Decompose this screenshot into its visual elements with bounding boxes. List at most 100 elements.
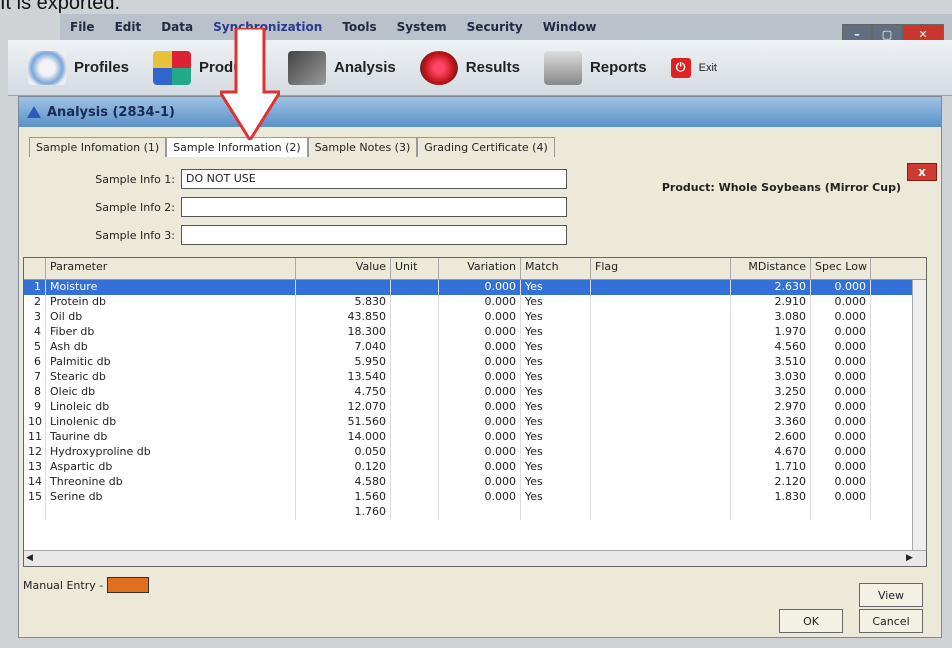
table-row[interactable]: 10 Linolenic db 51.560 0.000 Yes 3.360 0.000	[24, 415, 926, 430]
row-spec-low	[811, 505, 871, 520]
row-match: Yes	[521, 490, 591, 505]
row-unit	[391, 445, 439, 460]
ok-button[interactable]: OK	[779, 609, 843, 633]
reports-button[interactable]: Reports	[543, 50, 647, 85]
row-variation	[439, 505, 521, 520]
table-row[interactable]: 11 Taurine db 14.000 0.000 Yes 2.600 0.000	[24, 430, 926, 445]
table-row[interactable]: 15 Serine db 1.560 0.000 Yes 1.830 0.000	[24, 490, 926, 505]
row-parameter: Stearic db	[46, 370, 296, 385]
profiles-button[interactable]: Profiles	[28, 50, 129, 85]
row-variation: 0.000	[439, 310, 521, 325]
menu-security[interactable]: Security	[467, 20, 523, 34]
row-parameter: Oil db	[46, 310, 296, 325]
row-unit	[391, 325, 439, 340]
sample-info-1-input[interactable]: DO NOT USE	[181, 169, 567, 189]
row-number: 1	[24, 280, 46, 295]
col-match[interactable]: Match	[521, 258, 591, 279]
col-variation[interactable]: Variation	[439, 258, 521, 279]
horizontal-scrollbar[interactable]: ◀ ▶	[24, 550, 926, 566]
sample-info-2-input[interactable]	[181, 197, 567, 217]
row-match: Yes	[521, 295, 591, 310]
row-mdistance: 2.600	[731, 430, 811, 445]
menu-data[interactable]: Data	[161, 20, 193, 34]
table-row[interactable]: 14 Threonine db 4.580 0.000 Yes 2.120 0.000	[24, 475, 926, 490]
vertical-scrollbar[interactable]	[912, 280, 926, 552]
col-unit[interactable]: Unit	[391, 258, 439, 279]
scroll-right-icon[interactable]: ▶	[906, 553, 920, 565]
col-value[interactable]: Value	[296, 258, 391, 279]
row-spec-low: 0.000	[811, 340, 871, 355]
row-spec-low: 0.000	[811, 385, 871, 400]
row-spec-low: 0.000	[811, 355, 871, 370]
row-value: 0.050	[296, 445, 391, 460]
analysis-button[interactable]: Analysis	[288, 50, 396, 85]
tab-sample-information-2[interactable]: Sample Information (2)	[166, 137, 308, 157]
table-row[interactable]: 9 Linoleic db 12.070 0.000 Yes 2.970 0.000	[24, 400, 926, 415]
menu-edit[interactable]: Edit	[115, 20, 142, 34]
row-value: 43.850	[296, 310, 391, 325]
row-unit	[391, 475, 439, 490]
manual-entry-swatch	[107, 577, 150, 593]
col-parameter[interactable]: Parameter	[46, 258, 296, 279]
row-spec-low: 0.000	[811, 325, 871, 340]
table-header: Parameter Value Unit Variation Match Fla…	[24, 258, 926, 280]
tab-sample-notes[interactable]: Sample Notes (3)	[307, 137, 418, 157]
table-row[interactable]: 2 Protein db 5.830 0.000 Yes 2.910 0.000	[24, 295, 926, 310]
tab-grading-certificate[interactable]: Grading Certificate (4)	[417, 137, 555, 157]
table-row[interactable]: 13 Aspartic db 0.120 0.000 Yes 1.710 0.000	[24, 460, 926, 475]
table-row[interactable]: 12 Hydroxyproline db 0.050 0.000 Yes 4.670 0.0…	[24, 445, 926, 460]
manual-entry-legend: Manual Entry -	[23, 577, 150, 593]
dialog-close-button[interactable]: x	[907, 163, 937, 181]
row-variation: 0.000	[439, 400, 521, 415]
analysis-triangle-icon	[27, 106, 41, 118]
row-number: 7	[24, 370, 46, 385]
menu-bar: File Edit Data Synchronization Tools Sys…	[60, 14, 952, 40]
row-spec-low: 0.000	[811, 415, 871, 430]
scroll-left-icon[interactable]: ◀	[26, 553, 40, 565]
table-row[interactable]: 5 Ash db 7.040 0.000 Yes 4.560 0.000	[24, 340, 926, 355]
table-row[interactable]: 1 Moisture 0.000 Yes 2.630 0.000	[24, 280, 926, 295]
exit-button[interactable]: ⏻ Exit	[670, 57, 717, 78]
row-parameter: Fiber db	[46, 325, 296, 340]
cancel-button[interactable]: Cancel	[859, 609, 923, 633]
row-unit	[391, 385, 439, 400]
table-row[interactable]: 6 Palmitic db 5.950 0.000 Yes 3.510 0.000	[24, 355, 926, 370]
row-parameter: Ash db	[46, 340, 296, 355]
col-flag[interactable]: Flag	[591, 258, 731, 279]
row-value	[296, 280, 391, 295]
view-button[interactable]: View	[859, 583, 923, 607]
row-match: Yes	[521, 430, 591, 445]
results-label: Results	[465, 59, 520, 76]
row-match: Yes	[521, 280, 591, 295]
table-row[interactable]: 8 Oleic db 4.750 0.000 Yes 3.250 0.000	[24, 385, 926, 400]
row-parameter: Moisture	[46, 280, 296, 295]
col-num[interactable]	[24, 258, 46, 279]
row-value: 1.560	[296, 490, 391, 505]
row-parameter: Palmitic db	[46, 355, 296, 370]
row-value: 4.750	[296, 385, 391, 400]
tab-sample-information-1[interactable]: Sample Infomation (1)	[29, 137, 167, 157]
row-unit	[391, 355, 439, 370]
menu-window[interactable]: Window	[543, 20, 597, 34]
row-spec-low: 0.000	[811, 460, 871, 475]
profiles-icon	[28, 50, 66, 85]
row-number: 14	[24, 475, 46, 490]
exit-icon: ⏻	[670, 57, 691, 78]
table-row[interactable]: 1.760	[24, 505, 926, 520]
row-number: 12	[24, 445, 46, 460]
col-spec-low[interactable]: Spec Low	[811, 258, 871, 279]
sample-info-3-input[interactable]	[181, 225, 567, 245]
table-row[interactable]: 7 Stearic db 13.540 0.000 Yes 3.030 0.000	[24, 370, 926, 385]
table-row[interactable]: 3 Oil db 43.850 0.000 Yes 3.080 0.000	[24, 310, 926, 325]
menu-tools[interactable]: Tools	[342, 20, 376, 34]
results-button[interactable]: Results	[419, 50, 520, 85]
menu-file[interactable]: File	[70, 20, 95, 34]
table-row[interactable]: 4 Fiber db 18.300 0.000 Yes 1.970 0.000	[24, 325, 926, 340]
row-value: 12.070	[296, 400, 391, 415]
row-spec-low: 0.000	[811, 490, 871, 505]
row-match: Yes	[521, 445, 591, 460]
col-mdistance[interactable]: MDistance	[731, 258, 811, 279]
sample-info-1-row: Sample Info 1: DO NOT USE	[79, 169, 567, 189]
reports-label: Reports	[589, 59, 647, 76]
menu-system[interactable]: System	[397, 20, 447, 34]
